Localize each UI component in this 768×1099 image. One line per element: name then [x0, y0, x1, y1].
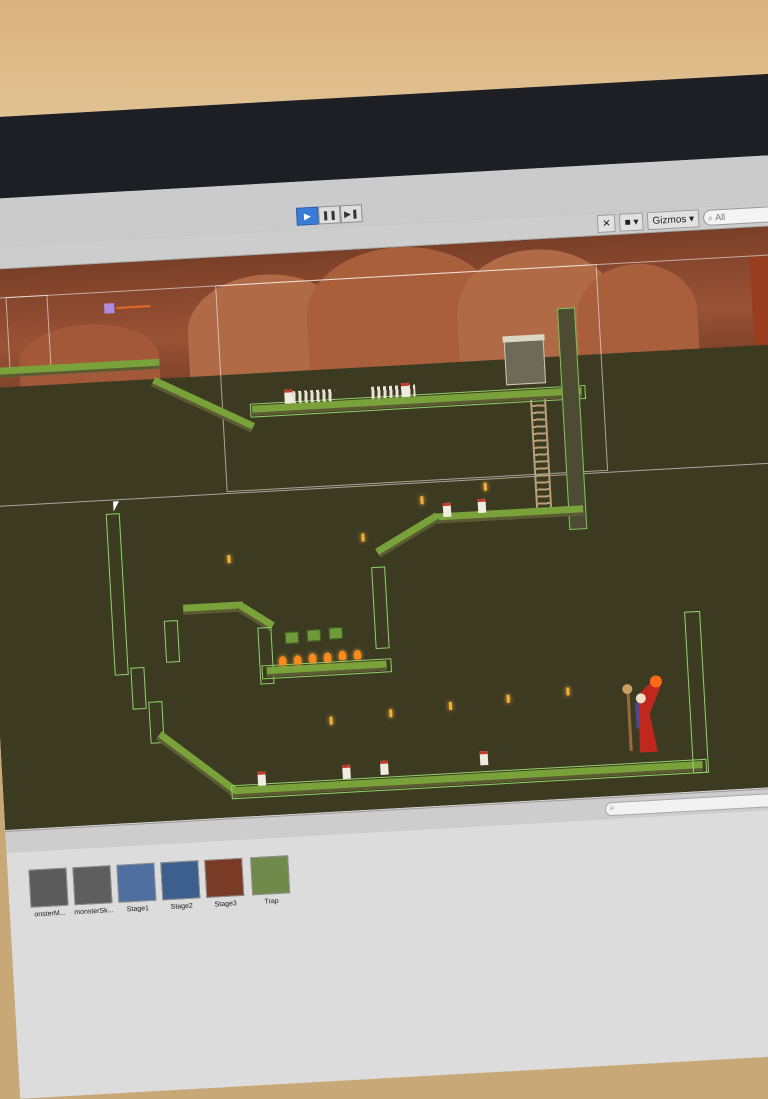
wall-collider [163, 620, 181, 663]
pause-icon: ❚❚ [321, 209, 338, 220]
fire-trap [353, 649, 362, 660]
asset-thumbnail [72, 865, 113, 906]
torch [361, 533, 365, 542]
asset-item[interactable]: Stage2 [159, 860, 202, 911]
torch [506, 694, 510, 703]
torch [448, 701, 453, 711]
asset-item[interactable]: onsterM... [27, 867, 70, 919]
asset-label: Trap [264, 897, 279, 906]
asset-thumbnail [250, 855, 291, 896]
play-button[interactable]: ▶ [295, 206, 319, 226]
tools-button[interactable]: ✕ [596, 214, 617, 234]
fire-trap [278, 656, 287, 666]
fire-trap [323, 652, 332, 662]
asset-item[interactable]: Stage1 [115, 862, 158, 914]
npc-sprite [442, 502, 452, 518]
pause-button[interactable]: ❚❚ [317, 205, 341, 225]
boss-wizard-sprite [622, 675, 662, 753]
gizmos-dropdown[interactable]: Gizmos ▾ [646, 209, 700, 231]
fire-trap [293, 655, 302, 665]
asset-thumbnail [28, 867, 69, 908]
tools-icon: ✕ [602, 217, 611, 230]
playback-controls: ▶ ❚❚ ▶❚ [295, 204, 363, 226]
asset-item[interactable]: Trap [249, 855, 292, 906]
monster-sprite [342, 764, 351, 780]
monster-sprite [257, 771, 267, 786]
npc-sprite [477, 498, 487, 514]
wall-collider [130, 666, 147, 710]
torch [566, 687, 570, 696]
asset-label: Stage3 [214, 900, 237, 909]
step-button[interactable]: ▶❚ [339, 204, 363, 224]
project-assets-grid: onsterM... monsterSk... Stage1 Stage2 Stage3… [6, 806, 768, 1099]
crate-block [284, 631, 300, 645]
chevron-down-icon: ▾ [688, 213, 695, 225]
search-icon: ⌕ [609, 802, 615, 813]
mouse-cursor-icon [113, 501, 120, 512]
fire-trap [338, 650, 347, 661]
torch [389, 709, 393, 718]
npc-sprite [400, 382, 410, 398]
torch [420, 496, 424, 505]
asset-thumbnail [204, 857, 245, 898]
play-icon: ▶ [303, 210, 312, 221]
watch-hut [503, 339, 547, 386]
crate-block [306, 629, 322, 642]
torch [227, 555, 231, 564]
chevron-down-icon: ▾ [633, 216, 639, 228]
camera-button[interactable]: ■ ▾ [619, 212, 644, 232]
torch [329, 716, 333, 725]
search-placeholder: All [714, 211, 726, 223]
npc-sprite [284, 389, 293, 404]
selection-gizmo[interactable] [103, 303, 115, 314]
asset-label: onsterM... [34, 909, 66, 919]
asset-label: Stage2 [170, 902, 194, 911]
asset-label: Stage1 [126, 905, 150, 914]
camera-bound-box [5, 294, 52, 370]
step-icon: ▶❚ [343, 207, 359, 219]
torch [483, 482, 488, 491]
asset-thumbnail [116, 862, 157, 903]
scene-search-input[interactable]: ⌕ All [702, 204, 768, 227]
search-icon: ⌕ [707, 212, 714, 223]
asset-item[interactable]: monsterSk... [71, 865, 114, 916]
crate-block [328, 626, 344, 640]
monster-sprite [379, 760, 389, 775]
camera-icon: ■ [624, 216, 632, 228]
asset-label: monsterSk... [74, 907, 114, 917]
unity-editor-screen: ▶ ❚❚ ▶❚ ✕ ■ ▾ Gizmos ▾ ⌕ All ⌕ onsterM..… [0, 153, 768, 1099]
monster-sprite [479, 750, 489, 766]
asset-thumbnail [160, 860, 201, 901]
asset-item[interactable]: Stage3 [203, 857, 246, 909]
scene-viewport[interactable] [0, 224, 768, 831]
fire-trap [308, 653, 317, 663]
gizmos-label: Gizmos [652, 213, 687, 227]
